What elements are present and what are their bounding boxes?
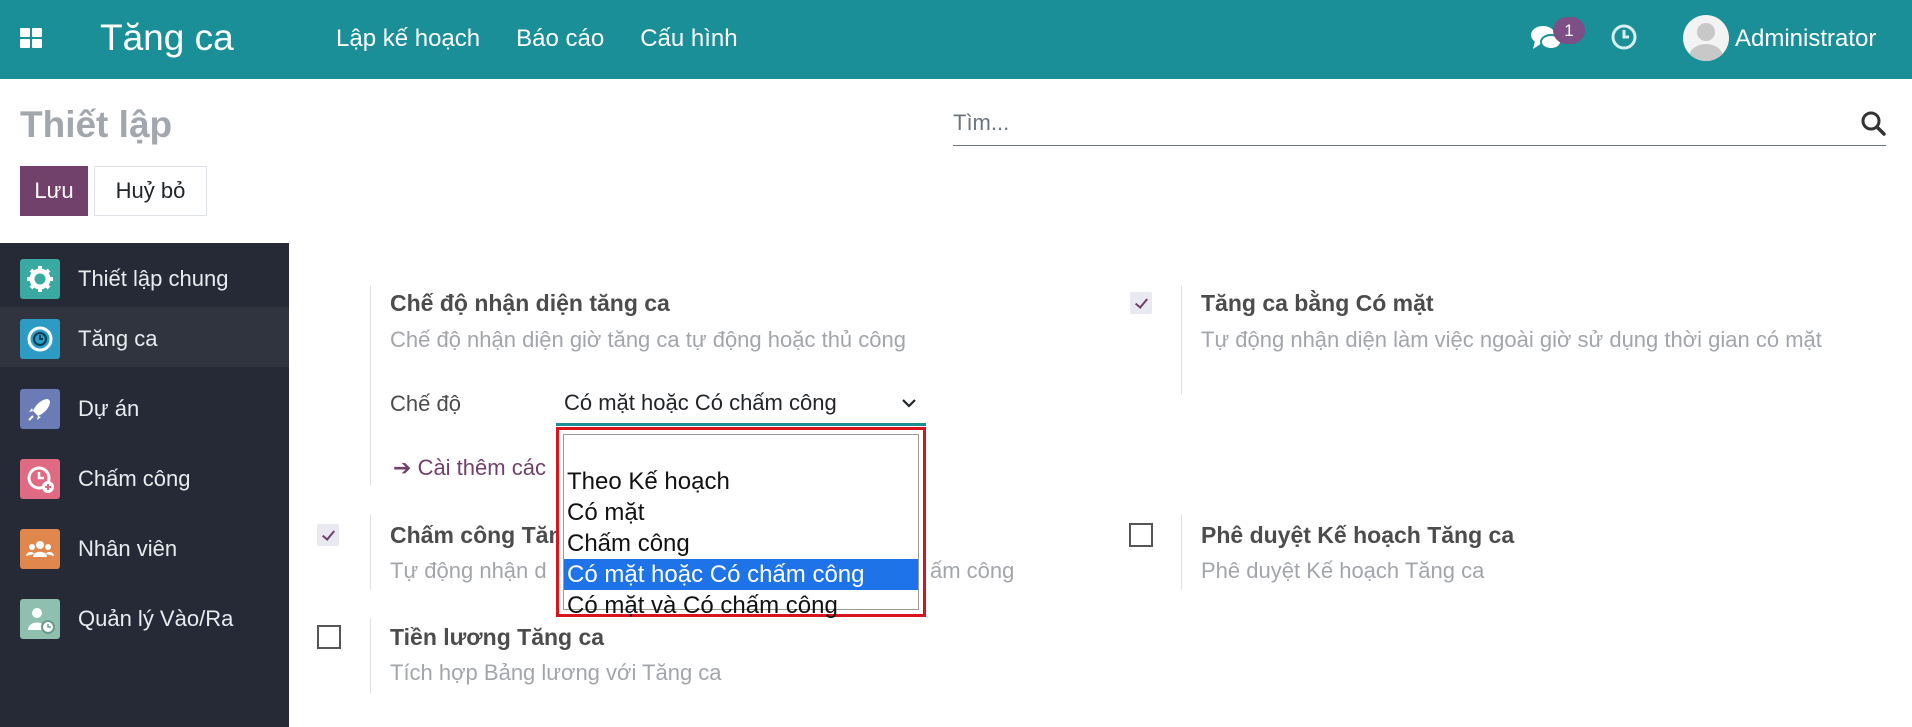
mode-select-value: Có mặt hoặc Có chấm công <box>564 390 837 415</box>
user-avatar[interactable] <box>1683 15 1729 61</box>
setting-divider <box>370 285 371 485</box>
rocket-icon <box>20 389 60 429</box>
payroll-title: Tiền lương Tăng ca <box>390 624 605 650</box>
sidebar-item-project[interactable]: Dự án <box>0 377 289 437</box>
sidebar-item-employees[interactable]: Nhân viên <box>0 517 289 577</box>
setting-divider <box>370 515 371 590</box>
search-icon[interactable] <box>1860 110 1886 136</box>
dropdown-option-timesheet[interactable]: Chấm công <box>564 528 918 559</box>
sidebar-item-label: Dự án <box>78 396 140 421</box>
sidebar-item-label: Quản lý Vào/Ra <box>78 606 234 631</box>
main-menu: Lập kế hoạch Báo cáo Cấu hình <box>336 25 738 53</box>
apps-menu-icon[interactable] <box>20 28 44 52</box>
overtime-timesheet-checkbox[interactable] <box>317 524 339 546</box>
menu-reporting[interactable]: Báo cáo <box>516 25 604 53</box>
overtime-attendance-title: Tăng ca bằng Có mặt <box>1201 290 1434 316</box>
chevron-down-icon <box>902 399 916 408</box>
settings-sidebar: Thiết lập chung Tăng ca Dự án Chấm công <box>0 243 289 727</box>
menu-planning[interactable]: Lập kế hoạch <box>336 25 480 53</box>
setting-divider <box>370 618 371 693</box>
approve-plan-checkbox[interactable] <box>1129 523 1153 547</box>
approve-plan-description: Phê duyệt Kế hoạch Tăng ca <box>1201 558 1485 583</box>
mode-field-label: Chế độ <box>390 391 461 416</box>
payroll-checkbox[interactable] <box>317 625 341 649</box>
approve-plan-title: Phê duyệt Kế hoạch Tăng ca <box>1201 522 1515 548</box>
mode-select[interactable]: Có mặt hoặc Có chấm công <box>556 384 926 426</box>
payroll-description: Tích hợp Bảng lương với Tăng ca <box>390 660 722 685</box>
mode-dropdown-options: Theo Kế hoạch Có mặt Chấm công Có mặt ho… <box>563 434 919 619</box>
menu-configuration[interactable]: Cấu hình <box>640 25 737 53</box>
sidebar-item-timesheet[interactable]: Chấm công <box>0 447 289 507</box>
dropdown-option-attendance-and-timesheet[interactable]: Có mặt và Có chấm công <box>564 590 918 621</box>
top-navbar: Tăng ca Lập kế hoạch Báo cáo Cấu hình 1 … <box>0 0 1912 79</box>
sidebar-item-overtime[interactable]: Tăng ca <box>0 307 289 367</box>
arrow-right-icon: ➔ <box>393 455 412 480</box>
timesheet-icon <box>20 459 60 499</box>
employees-icon <box>20 529 60 569</box>
overtime-timesheet-description-tail: ấm công <box>930 558 1015 583</box>
recognition-mode-description: Chế độ nhận diện giờ tăng ca tự động hoặ… <box>390 327 906 352</box>
dropdown-option-plan[interactable]: Theo Kế hoạch <box>564 466 918 497</box>
sidebar-item-general-settings[interactable]: Thiết lập chung <box>0 247 289 307</box>
sidebar-item-label: Chấm công <box>78 466 191 491</box>
sidebar-item-label: Thiết lập chung <box>78 266 229 291</box>
dropdown-option-attendance[interactable]: Có mặt <box>564 497 918 528</box>
app-title[interactable]: Tăng ca <box>100 17 234 59</box>
overtime-clock-icon <box>20 319 60 359</box>
install-more-link-text: Cài thêm các <box>417 455 546 480</box>
activity-clock-icon[interactable] <box>1610 23 1638 51</box>
overtime-timesheet-description: Tự động nhận d <box>390 558 547 583</box>
sidebar-item-attendance[interactable]: Quản lý Vào/Ra <box>0 587 289 647</box>
overtime-attendance-description: Tự động nhận diện làm việc ngoài giờ sử … <box>1201 327 1822 352</box>
discard-button[interactable]: Huỷ bỏ <box>94 166 207 216</box>
gear-icon <box>20 259 60 299</box>
chat-badge: 1 <box>1553 17 1585 44</box>
sidebar-item-label: Tăng ca <box>78 326 158 351</box>
mode-dropdown-list: Theo Kế hoạch Có mặt Chấm công Có mặt ho… <box>556 427 926 619</box>
install-more-link[interactable]: ➔ Cài thêm các <box>393 455 546 481</box>
setting-divider <box>1181 515 1182 590</box>
save-button[interactable]: Lưu <box>20 166 88 216</box>
page-title: Thiết lập <box>20 104 173 145</box>
sidebar-item-label: Nhân viên <box>78 536 178 561</box>
search-input[interactable] <box>953 108 1833 138</box>
overtime-attendance-checkbox[interactable] <box>1130 292 1152 314</box>
setting-divider <box>1181 285 1182 395</box>
dropdown-option-attendance-or-timesheet[interactable]: Có mặt hoặc Có chấm công <box>564 559 918 590</box>
attendance-icon <box>20 599 60 639</box>
recognition-mode-title: Chế độ nhận diện tăng ca <box>390 290 670 316</box>
dropdown-option-empty[interactable] <box>564 435 918 466</box>
overtime-timesheet-title: Chấm công Tăng <box>390 522 577 548</box>
user-menu[interactable]: Administrator <box>1735 25 1876 53</box>
search-bar <box>953 100 1886 146</box>
